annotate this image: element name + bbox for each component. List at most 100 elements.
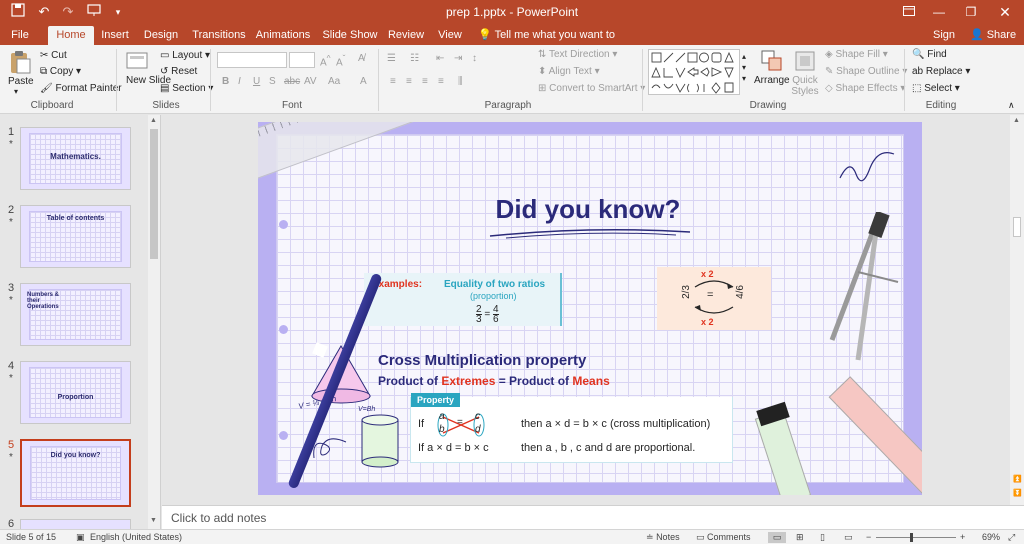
close-icon[interactable]: ✕ [990,0,1020,24]
collapse-ribbon-icon[interactable]: ∧ [1008,100,1015,111]
select-button[interactable]: ⬚ Select ▾ [912,83,960,94]
tab-slide-show[interactable]: Slide Show [322,27,378,45]
sign-in-link[interactable]: Sign in [928,27,960,57]
scrollbar-thumb[interactable] [1013,217,1021,237]
clear-formatting-icon[interactable]: A̸ [358,53,365,64]
shapes-gallery[interactable] [648,49,740,95]
slide-sorter-icon[interactable]: ⊞ [796,532,804,543]
shape-effects-button[interactable]: ◇ Shape Effects ▾ [825,83,905,94]
quick-styles-icon[interactable] [793,49,819,75]
columns-icon[interactable]: ⫼ [458,76,463,87]
tab-design[interactable]: Design [142,27,180,45]
new-slide-icon[interactable] [125,49,151,75]
replace-button[interactable]: ab Replace ▾ [912,66,970,77]
scrollbar-thumb[interactable] [150,129,158,259]
tab-file[interactable]: File [6,27,34,45]
tell-me-box[interactable]: 💡 Tell me what you want to do... [478,27,618,57]
copy-button[interactable]: ⧉ Copy ▾ [40,66,81,77]
cut-button[interactable]: ✂ Cut [40,50,67,61]
tab-transitions[interactable]: Transitions [190,27,248,45]
format-painter-button[interactable]: 🖌 Format Painter [40,83,122,94]
justify-icon[interactable]: ≡ [438,76,444,87]
language-indicator[interactable]: English (United States) [90,532,182,542]
ribbon-options-icon[interactable] [894,0,924,24]
notes-placeholder[interactable]: Click to add notes [171,511,266,525]
cross-multiply-example[interactable]: x 2 2/3 = 4/6 x 2 [657,267,771,330]
change-case-icon[interactable]: Aa [328,76,340,87]
italic-icon[interactable]: I [238,76,241,87]
tab-animations[interactable]: Animations [254,27,312,45]
tab-home[interactable]: Home [48,26,94,45]
zoom-in-icon[interactable]: + [960,532,965,542]
align-left-icon[interactable]: ≡ [390,76,396,87]
strikethrough-icon[interactable]: abc [284,76,300,87]
tab-insert[interactable]: Insert [98,27,132,45]
tab-review[interactable]: Review [386,27,426,45]
zoom-slider-handle[interactable] [910,533,913,542]
align-text-button[interactable]: ⬍ Align Text ▾ [538,66,600,77]
zoom-slider-track[interactable] [876,537,956,538]
scroll-down-icon[interactable]: ▼ [150,517,157,524]
paste-icon[interactable] [7,49,33,75]
next-slide-icon[interactable]: ⏬ [1013,489,1022,497]
font-color-icon[interactable]: A [360,76,367,87]
minimize-icon[interactable]: — [924,0,954,24]
reset-button[interactable]: ↺ Reset [160,66,197,77]
thumbnail-scrollbar[interactable]: ▲ ▼ [148,115,160,529]
character-spacing-icon[interactable]: AV [304,76,317,87]
prev-slide-icon[interactable]: ⏫ [1013,475,1022,483]
examples-box[interactable]: Examples: Equality of two ratios (propor… [364,273,562,326]
normal-view-icon[interactable]: ▭ [768,532,786,543]
align-right-icon[interactable]: ≡ [422,76,428,87]
font-size-field[interactable] [289,52,315,68]
slide-thumbnail-4[interactable]: Proportion [20,361,131,424]
bold-icon[interactable]: B [222,76,229,87]
spellcheck-icon[interactable]: ▣ [76,532,85,543]
cross-multiplication-title[interactable]: Cross Multiplication property [378,352,586,369]
share-button[interactable]: 👤 Share [968,27,1018,45]
editor-scrollbar[interactable]: ▲ ⏫ ⏬ [1010,115,1024,505]
increase-font-icon[interactable]: A^ [320,53,331,68]
section-button[interactable]: ▤ Section ▾ [160,83,213,94]
slideshow-icon[interactable]: ▭ [844,532,853,543]
shape-outline-button[interactable]: ✎ Shape Outline ▾ [825,66,907,77]
increase-indent-icon[interactable]: ⇥ [454,53,462,64]
notes-pane[interactable]: Click to add notes [162,505,1024,529]
zoom-level[interactable]: 69% [982,532,1000,542]
scroll-up-icon[interactable]: ▲ [150,117,157,124]
comments-toggle[interactable]: ▭ Comments [696,532,751,543]
property-box[interactable]: Property If a b = c d then a × d = b × c… [410,393,733,463]
restore-icon[interactable]: ❐ [956,0,986,24]
tab-view[interactable]: View [434,27,466,45]
paste-button[interactable]: Paste [8,76,34,87]
zoom-out-icon[interactable]: − [866,532,871,542]
font-name-field[interactable] [217,52,287,68]
slide-canvas[interactable]: Did you know? Examples: Equality of two … [258,122,922,495]
convert-smartart-button[interactable]: ⊞ Convert to SmartArt ▾ [538,83,645,94]
slide-thumbnail-1[interactable]: Mathematics. [20,127,131,190]
shapes-scroll-icon[interactable]: ▴ ▾ ▾ [742,51,746,84]
align-center-icon[interactable]: ≡ [406,76,412,87]
notes-toggle[interactable]: ≐ Notes [646,532,680,543]
slide-thumbnail-5[interactable]: Did you know? [20,439,131,507]
cross-multiplication-subtitle[interactable]: Product of Extremes = Product of Means [378,374,610,388]
shape-fill-button[interactable]: ◈ Shape Fill ▾ [825,49,888,60]
reading-view-icon[interactable]: ▯ [820,532,825,543]
underline-icon[interactable]: U [253,76,260,87]
layout-button[interactable]: ▭ Layout ▾ [160,50,210,61]
arrange-icon[interactable] [760,49,786,75]
numbering-icon[interactable]: ☷ [410,53,419,64]
slide-thumbnail-3[interactable]: Numbers & their Operations [20,283,131,346]
decrease-indent-icon[interactable]: ⇤ [436,53,444,64]
fit-slide-icon[interactable]: ⤢ [1008,532,1015,543]
text-direction-button[interactable]: ⇅ Text Direction ▾ [538,49,617,60]
arrange-button[interactable]: Arrange [754,75,790,86]
find-button[interactable]: 🔍 Find [912,49,947,60]
slide-title[interactable]: Did you know? [488,194,688,225]
shadow-icon[interactable]: S [269,76,276,87]
scroll-up-icon[interactable]: ▲ [1013,117,1020,124]
bullets-icon[interactable]: ☰ [387,53,396,64]
line-spacing-icon[interactable]: ↕ [472,53,477,64]
paste-dropdown-icon[interactable]: ▾ [14,87,18,96]
slide-thumbnail-2[interactable]: Table of contents [20,205,131,268]
